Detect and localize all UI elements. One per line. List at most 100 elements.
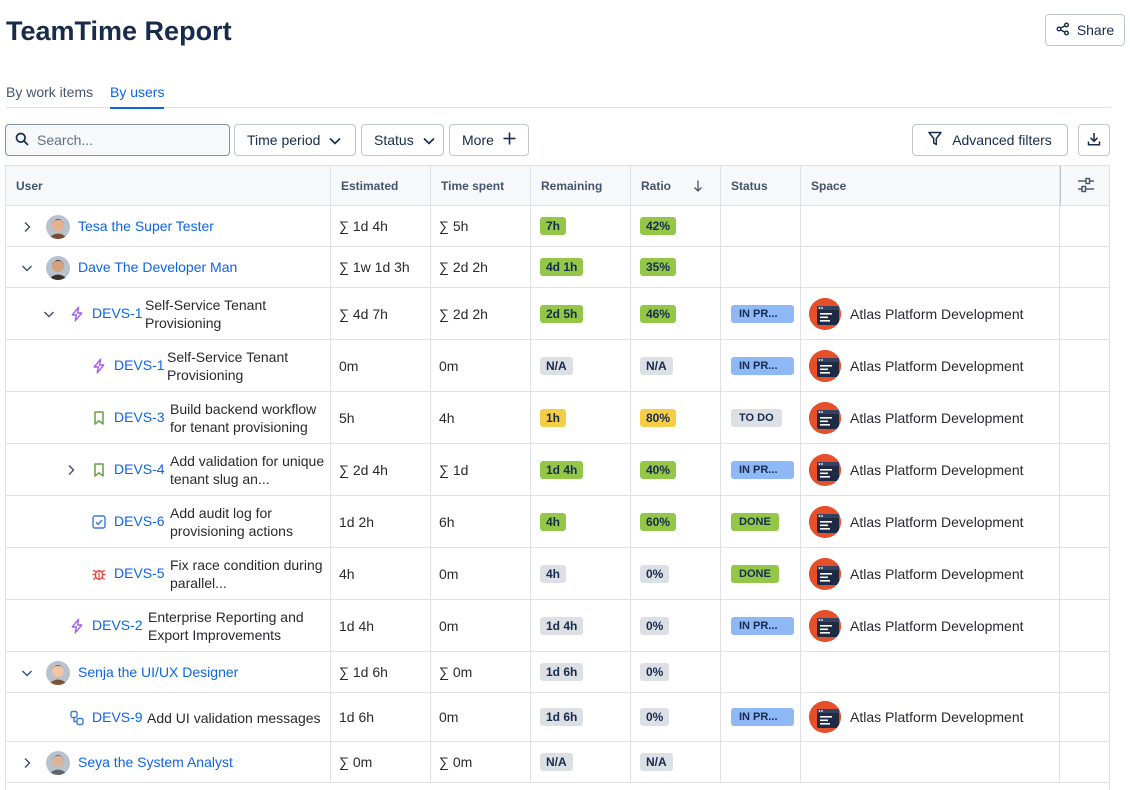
tab-by-work-items[interactable]: By work items — [6, 84, 93, 107]
space-cell: Atlas Platform Development — [801, 496, 1060, 547]
user-name-link[interactable]: Senja the UI/UX Designer — [78, 664, 238, 680]
user-row: Seya the System Analyst ∑ 0m ∑ 0m N/A N/A — [6, 742, 1109, 783]
ratio-badge: 0% — [640, 564, 670, 583]
work-item-row: DEVS-1 Self-Service Tenant Provisioning ∑ … — [6, 288, 1109, 340]
remaining-badge: 4d 1h — [540, 258, 584, 276]
chevron-right-icon[interactable] — [21, 757, 33, 769]
time-spent-cell: 6h — [431, 496, 531, 547]
status-cell — [721, 742, 801, 782]
space-cell: Atlas Platform Development — [801, 693, 1060, 741]
ratio-cell: N/A — [631, 742, 721, 782]
work-item-key-link[interactable]: DEVS-1 — [92, 305, 143, 321]
user-cell: DEVS-6 Add audit log for provisioning act… — [6, 496, 331, 547]
remaining-cell: N/A — [531, 742, 631, 782]
time-spent-cell: ∑ 1d — [431, 444, 531, 495]
column-settings-button[interactable] — [1060, 166, 1109, 206]
space-avatar-icon — [809, 505, 841, 538]
user-name-link[interactable]: Tesa the Super Tester — [78, 218, 214, 234]
column-header-time-spent[interactable]: Time spent — [431, 166, 531, 206]
search-input[interactable]: Search... — [5, 124, 230, 156]
work-item-summary: Self-Service Tenant Provisioning — [167, 349, 289, 383]
work-item-summary: Fix race condition during parallel... — [170, 557, 323, 591]
user-name-link[interactable]: Seya the System Analyst — [78, 754, 233, 770]
page-title: TeamTime Report — [6, 16, 232, 46]
chevron-down-icon[interactable] — [21, 262, 33, 274]
column-header-remaining[interactable]: Remaining — [531, 166, 631, 206]
space-avatar-icon — [809, 297, 841, 330]
user-cell: DEVS-1 Self-Service Tenant Provisioning — [6, 340, 331, 391]
estimated-cell: 4h — [331, 548, 431, 599]
work-item-key-link[interactable]: DEVS-5 — [114, 565, 165, 581]
space-name: Atlas Platform Development — [850, 565, 1024, 582]
more-filters-button[interactable]: More — [449, 124, 529, 156]
user-cell: Dave The Developer Man — [6, 247, 331, 287]
work-item-key-link[interactable]: DEVS-4 — [114, 461, 165, 477]
work-item-summary: Add validation for unique tenant slug an… — [170, 453, 325, 487]
row-end-cell — [1060, 340, 1109, 391]
space-name: Atlas Platform Development — [850, 461, 1024, 478]
ratio-badge: 46% — [640, 304, 677, 323]
status-dropdown[interactable]: Status — [361, 124, 444, 156]
space-cell: Atlas Platform Development — [801, 392, 1060, 443]
status-label: Status — [374, 132, 414, 148]
filter-icon — [928, 131, 942, 149]
epic-icon — [69, 618, 85, 634]
work-item-key-link[interactable]: DEVS-6 — [114, 513, 165, 529]
remaining-badge: 4h — [540, 512, 567, 531]
chevron-down-icon[interactable] — [43, 308, 55, 320]
work-item-key-link[interactable]: DEVS-9 — [92, 709, 143, 725]
estimated-cell: 1d 6h — [331, 693, 431, 741]
chevron-right-icon[interactable] — [21, 221, 33, 233]
time-period-dropdown[interactable]: Time period — [234, 124, 356, 156]
remaining-cell: 1d 6h — [531, 693, 631, 741]
ratio-badge: 0% — [640, 708, 670, 726]
remaining-cell: 1d 4h — [531, 444, 631, 495]
export-button[interactable] — [1078, 124, 1110, 156]
work-item-summary: Build backend workflow for tenant provis… — [170, 401, 317, 435]
ratio-badge: 60% — [640, 512, 677, 531]
user-cell: DEVS-1 Self-Service Tenant Provisioning — [6, 288, 331, 339]
share-button[interactable]: Share — [1045, 14, 1125, 46]
status-badge: TO DO — [731, 408, 782, 427]
time-spent-cell: 0m — [431, 340, 531, 391]
remaining-badge: 2d 5h — [540, 304, 584, 323]
status-cell: DONE — [721, 496, 801, 547]
estimated-cell: ∑ 0m — [331, 742, 431, 782]
download-icon — [1087, 132, 1101, 149]
column-header-estimated[interactable]: Estimated — [331, 166, 431, 206]
column-header-space[interactable]: Space — [801, 166, 1060, 206]
status-cell: IN PR... — [721, 693, 801, 741]
row-end-cell — [1060, 392, 1109, 443]
user-cell: DEVS-4 Add validation for unique tenant s… — [6, 444, 331, 495]
work-item-summary: Enterprise Reporting and Export Improvem… — [148, 609, 304, 643]
view-tabs: By work items By users — [6, 84, 1111, 109]
work-item-row: DEVS-1 Self-Service Tenant Provisioning 0m… — [6, 340, 1109, 392]
remaining-cell: 1d 4h — [531, 600, 631, 651]
chevron-right-icon[interactable] — [65, 464, 77, 476]
status-cell: IN PR... — [721, 340, 801, 391]
space-cell — [801, 247, 1060, 287]
row-end-cell — [1060, 288, 1109, 339]
work-item-key-link[interactable]: DEVS-3 — [114, 409, 165, 425]
chevron-down-icon[interactable] — [21, 667, 33, 679]
story-icon — [91, 462, 107, 478]
row-end-cell — [1060, 600, 1109, 651]
user-name-link[interactable]: Dave The Developer Man — [78, 259, 237, 275]
ratio-badge: N/A — [640, 753, 673, 771]
status-badge: IN PR... — [731, 356, 794, 375]
advanced-filters-button[interactable]: Advanced filters — [912, 124, 1068, 156]
ratio-badge: 0% — [640, 663, 670, 681]
tab-by-users[interactable]: By users — [110, 84, 165, 109]
work-item-key-link[interactable]: DEVS-1 — [114, 357, 165, 373]
ratio-badge: 0% — [640, 616, 670, 635]
space-cell: Atlas Platform Development — [801, 548, 1060, 599]
work-item-summary: Add UI validation messages — [147, 709, 321, 726]
time-spent-cell: ∑ 2d 2h — [431, 247, 531, 287]
remaining-cell: 4h — [531, 548, 631, 599]
work-item-key-link[interactable]: DEVS-2 — [92, 617, 143, 633]
time-spent-cell: ∑ 0m — [431, 742, 531, 782]
column-header-user[interactable]: User — [6, 166, 331, 206]
column-header-ratio[interactable]: Ratio — [631, 166, 721, 206]
space-avatar-icon — [809, 401, 841, 434]
column-header-status[interactable]: Status — [721, 166, 801, 206]
